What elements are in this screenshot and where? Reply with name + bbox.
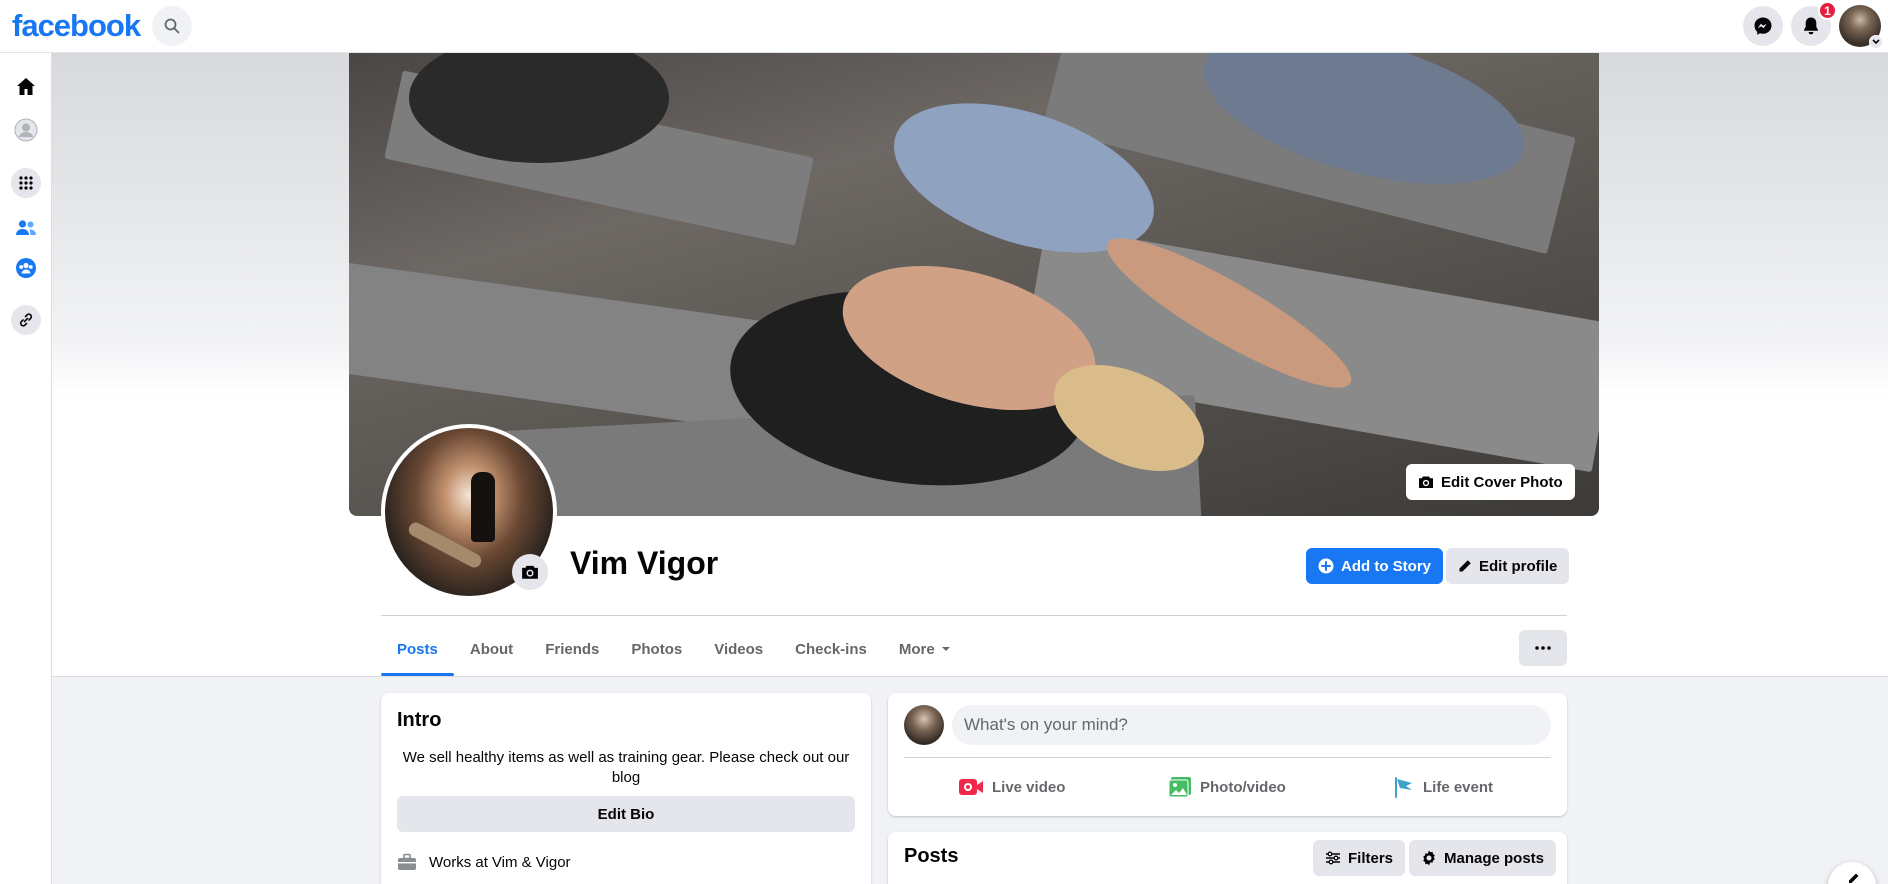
camera-icon	[1419, 476, 1433, 488]
intro-title: Intro	[397, 709, 442, 731]
photo-video-button[interactable]: Photo/video	[1168, 767, 1286, 807]
works-at-row: Works at Vim & Vigor	[397, 853, 571, 871]
sliders-icon	[1326, 851, 1340, 865]
notifications-button[interactable]: 1	[1791, 1, 1837, 46]
plus-circle-icon	[1318, 558, 1334, 574]
edit-profile-label: Edit profile	[1479, 557, 1558, 575]
manage-posts-button[interactable]: Manage posts	[1409, 840, 1557, 876]
tab-videos[interactable]: Videos	[698, 622, 779, 676]
photo-icon	[1168, 777, 1191, 798]
chevron-down-icon	[1869, 35, 1883, 49]
header-divider	[381, 615, 1567, 616]
menu-grid-icon[interactable]	[11, 168, 41, 198]
friends-icon[interactable]	[8, 210, 44, 246]
intro-bio: We sell healthy items as well as trainin…	[402, 749, 850, 786]
photo-video-label: Photo/video	[1200, 778, 1286, 796]
add-to-story-button[interactable]: Add to Story	[1306, 548, 1443, 584]
profile-name: Vim Vigor	[570, 545, 719, 581]
ellipsis-icon	[1535, 646, 1551, 650]
tab-about[interactable]: About	[454, 622, 529, 676]
compose-icon	[1849, 873, 1859, 883]
manage-posts-label: Manage posts	[1444, 849, 1545, 867]
intro-card: Intro We sell healthy items as well as t…	[381, 693, 871, 884]
update-profile-picture-button[interactable]	[512, 554, 548, 590]
top-navigation-bar: facebook 1	[0, 0, 1888, 53]
camera-icon	[522, 565, 538, 579]
link-icon[interactable]	[11, 305, 41, 335]
briefcase-icon	[398, 853, 416, 870]
profile-icon[interactable]	[8, 112, 44, 148]
live-video-label: Live video	[992, 778, 1066, 796]
search-button[interactable]	[152, 6, 192, 46]
messenger-button[interactable]	[1743, 6, 1783, 46]
search-icon	[164, 18, 180, 34]
live-video-button[interactable]: Live video	[958, 767, 1065, 807]
caret-down-icon	[941, 647, 950, 651]
more-options-button[interactable]	[1519, 630, 1567, 666]
post-composer-card: What's on your mind? Live video Photo/vi…	[888, 693, 1567, 816]
new-message-button[interactable]	[1828, 862, 1876, 884]
filters-button[interactable]: Filters	[1313, 840, 1406, 876]
edit-profile-button[interactable]: Edit profile	[1446, 548, 1570, 584]
works-place-link[interactable]: Vim & Vigor	[492, 854, 571, 871]
gear-icon	[1423, 850, 1435, 866]
tab-check-ins[interactable]: Check-ins	[779, 622, 883, 676]
profile-picture-figure	[471, 472, 495, 542]
tab-more[interactable]: More	[883, 622, 967, 676]
posts-header-card: Posts Filters Manage posts	[888, 832, 1567, 884]
posts-title: Posts	[904, 845, 959, 867]
cover-photo	[349, 53, 1599, 516]
profile-tabs: Posts About Friends Photos Videos Check-…	[381, 622, 967, 676]
edit-cover-photo-label: Edit Cover Photo	[1441, 473, 1563, 491]
account-avatar-button[interactable]	[1839, 5, 1883, 49]
tab-photos[interactable]: Photos	[615, 622, 698, 676]
tab-friends[interactable]: Friends	[529, 622, 615, 676]
life-event-button[interactable]: Life event	[1393, 767, 1493, 807]
life-event-label: Life event	[1423, 778, 1494, 796]
home-icon[interactable]	[8, 69, 44, 105]
works-prefix: Works at	[429, 853, 488, 871]
flag-icon	[1395, 777, 1412, 798]
pencil-icon	[1459, 560, 1471, 572]
edit-cover-photo-button[interactable]: Edit Cover Photo	[1406, 464, 1575, 500]
groups-icon[interactable]	[8, 250, 44, 286]
edit-bio-button[interactable]: Edit Bio	[397, 796, 855, 832]
messenger-icon	[1754, 17, 1772, 35]
left-shortcut-rail	[0, 53, 52, 884]
notification-badge: 1	[1818, 1, 1837, 20]
composer-avatar[interactable]	[904, 705, 944, 745]
tab-posts[interactable]: Posts	[381, 622, 454, 676]
filters-label: Filters	[1348, 849, 1394, 867]
whats-on-your-mind-input[interactable]: What's on your mind?	[952, 705, 1551, 745]
live-video-icon	[959, 779, 983, 795]
facebook-logo[interactable]: facebook	[12, 8, 141, 44]
composer-divider	[904, 757, 1551, 758]
bell-icon	[1804, 17, 1818, 35]
add-to-story-label: Add to Story	[1341, 557, 1431, 575]
